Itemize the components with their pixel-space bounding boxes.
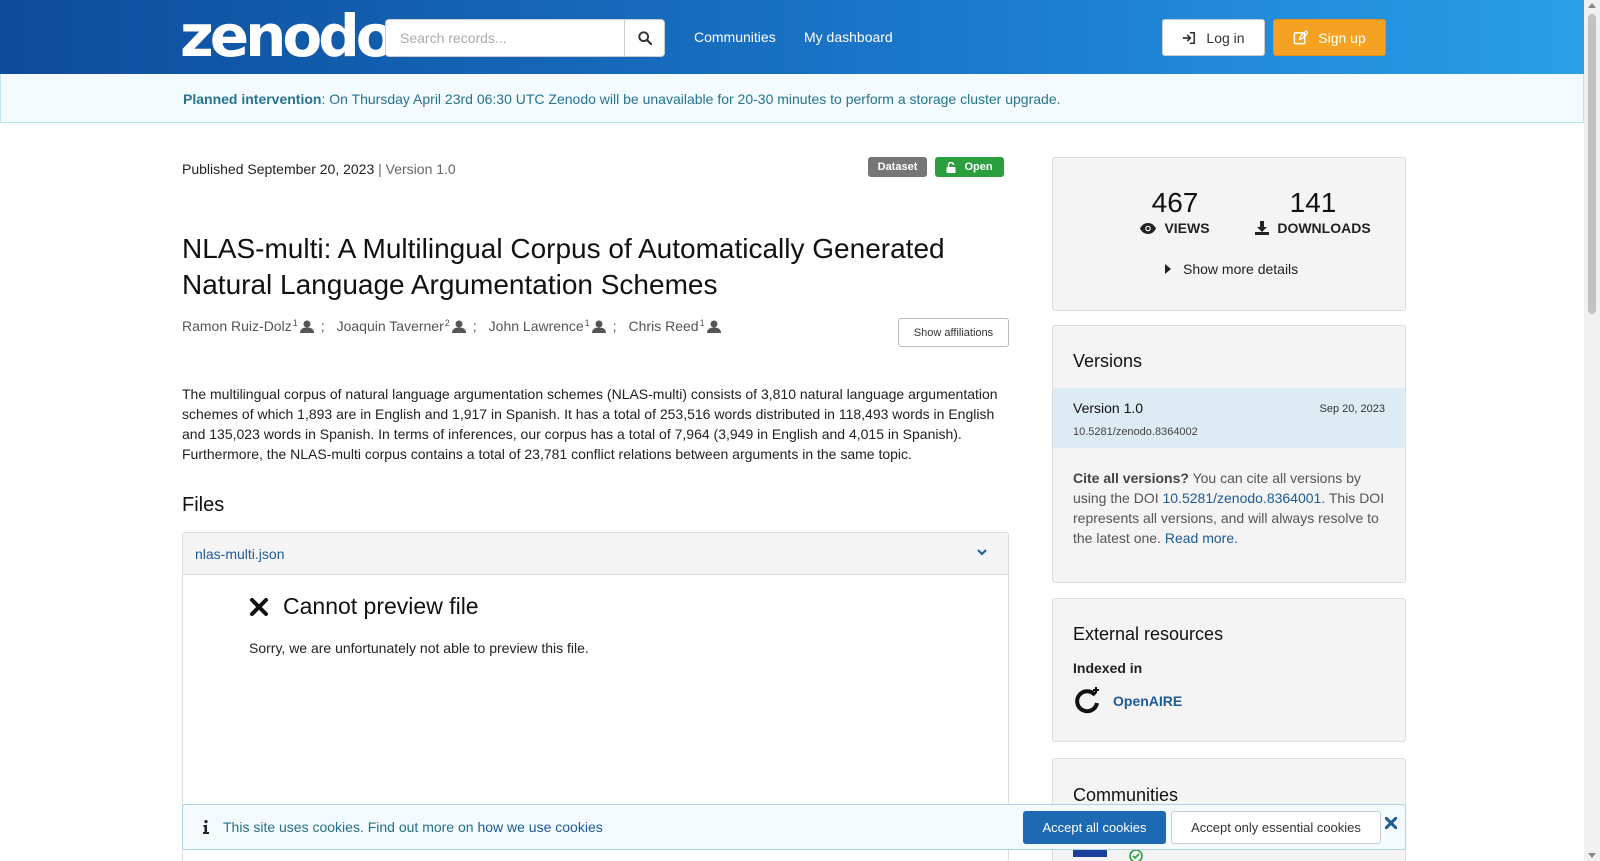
published-date: Published September 20, 2023: [182, 161, 375, 177]
banner-text: : On Thursday April 23rd 06:30 UTC Zenod…: [321, 91, 1061, 107]
file-accordion-header[interactable]: nlas-multi.json: [183, 533, 1008, 575]
cookie-text: This site uses cookies. Find out more on: [223, 819, 478, 835]
creator-separator: ;: [320, 318, 325, 334]
close-icon: [250, 597, 268, 616]
cookie-policy-link[interactable]: how we use cookies: [477, 819, 602, 835]
access-badge: Open: [935, 157, 1004, 177]
creator-separator: ;: [472, 318, 477, 334]
preview-error: Cannot preview file: [249, 593, 479, 620]
user-icon: [451, 320, 466, 333]
nav-communities[interactable]: Communities: [694, 29, 776, 45]
eye-icon: [1140, 222, 1157, 234]
creator-item[interactable]: Ramon Ruiz-Dolz 1: [182, 318, 314, 334]
sign-in-icon: [1183, 31, 1196, 44]
creator-name: Chris Reed: [628, 318, 699, 334]
external-resources-heading: External resources: [1073, 624, 1224, 644]
downloads-count: 141: [1289, 187, 1337, 218]
search-button[interactable]: [624, 19, 665, 57]
site-header: zenodo Communities My dashboard Log in S…: [0, 0, 1584, 74]
indexed-in-label: Indexed in: [1073, 660, 1143, 676]
banner-bold: Planned intervention: [183, 91, 322, 107]
nav-my-dashboard[interactable]: My dashboard: [804, 29, 893, 45]
caret-right-icon: [1165, 264, 1171, 274]
accept-all-cookies-button[interactable]: Accept all cookies: [1023, 811, 1166, 844]
creator-name: Ramon Ruiz-Dolz: [182, 318, 292, 334]
resource-type-badge: Dataset: [868, 157, 927, 177]
user-icon: [299, 320, 314, 333]
access-label: Open: [964, 161, 993, 173]
scrollbar-thumb[interactable]: [1588, 14, 1596, 314]
downloads-label-row: DOWNLOADS: [1243, 220, 1383, 236]
search-input[interactable]: [385, 19, 625, 57]
resource-type-label: Dataset: [877, 161, 918, 173]
chevron-down-icon[interactable]: [976, 547, 988, 557]
creators-list: Ramon Ruiz-Dolz 1 ; Joaquin Taverner 2 ; J…: [182, 318, 721, 334]
login-button[interactable]: Log in: [1162, 19, 1265, 56]
stats-card: 467 VIEWS 141 DOWNLOADS Show more detail…: [1052, 157, 1406, 311]
views-label-row: VIEWS: [1115, 220, 1235, 236]
views-stat: 467 VIEWS: [1115, 188, 1235, 236]
edit-icon: [1293, 30, 1309, 45]
creator-affiliation-number: 1: [292, 318, 298, 328]
version-date: Sep 20, 2023: [1319, 403, 1385, 415]
openaire-link[interactable]: OpenAIRE: [1073, 687, 1182, 715]
downloads-stat: 141 DOWNLOADS: [1243, 188, 1383, 236]
downloads-label: DOWNLOADS: [1277, 220, 1371, 236]
cite-bold: Cite all versions?: [1073, 470, 1189, 486]
views-label: VIEWS: [1164, 220, 1210, 236]
version-item-current[interactable]: Version 1.0 Sep 20, 2023 10.5281/zenodo.…: [1053, 388, 1405, 448]
zenodo-logo[interactable]: zenodo: [180, 6, 396, 66]
info-icon: [203, 820, 209, 834]
version-doi: 10.5281/zenodo.8364002: [1073, 426, 1198, 438]
maintenance-banner: Planned intervention: On Thursday April …: [0, 74, 1584, 123]
concept-doi-link[interactable]: 10.5281/zenodo.8364001: [1163, 490, 1322, 506]
publication-info: Published September 20, 2023 | Version 1…: [182, 161, 456, 177]
creator-name: Joaquin Taverner: [336, 318, 444, 334]
creator-item[interactable]: Chris Reed 1: [629, 318, 721, 334]
record-description: The multilingual corpus of natural langu…: [182, 386, 998, 462]
scroll-down-arrow[interactable]: [1588, 853, 1596, 858]
external-resources-card: External resources Indexed in OpenAIRE: [1052, 598, 1406, 742]
search-icon: [637, 31, 652, 45]
versions-card: Versions Version 1.0 Sep 20, 2023 10.528…: [1052, 325, 1406, 583]
read-more-link[interactable]: Read more.: [1165, 530, 1238, 546]
cookie-message: This site uses cookies. Find out more on…: [203, 819, 603, 835]
version-name: Version 1.0: [1073, 400, 1144, 416]
show-affiliations-button[interactable]: Show affiliations: [898, 318, 1009, 347]
version-info: | Version 1.0: [378, 161, 456, 177]
record-title: NLAS-multi: A Multilingual Corpus of Aut…: [182, 233, 945, 300]
views-count: 467: [1151, 187, 1199, 218]
versions-heading: Versions: [1073, 351, 1143, 371]
communities-heading: Communities: [1073, 785, 1179, 805]
cookie-consent-bar: This site uses cookies. Find out more on…: [182, 804, 1406, 850]
user-icon: [706, 320, 721, 333]
signup-label: Sign up: [1318, 29, 1366, 46]
unlock-icon: [946, 161, 956, 173]
close-icon[interactable]: [1385, 817, 1397, 829]
creator-name: John Lawrence: [488, 318, 584, 334]
openaire-icon: [1075, 687, 1099, 714]
creator-item[interactable]: Joaquin Taverner 2: [337, 318, 466, 334]
openaire-label: OpenAIRE: [1113, 693, 1183, 709]
page-scrollbar[interactable]: [1584, 0, 1600, 861]
creator-item[interactable]: John Lawrence 1: [489, 318, 606, 334]
user-icon: [591, 320, 606, 333]
login-label: Log in: [1206, 29, 1245, 46]
preview-error-message: Sorry, we are unfortunately not able to …: [249, 640, 589, 656]
show-more-details-toggle[interactable]: Show more details: [1165, 261, 1298, 277]
preview-error-title: Cannot preview file: [283, 593, 479, 619]
cite-all-versions: Cite all versions? You can cite all vers…: [1073, 468, 1391, 548]
file-link[interactable]: nlas-multi.json: [195, 546, 284, 562]
signup-button[interactable]: Sign up: [1273, 19, 1386, 56]
creator-affiliation-number: 1: [584, 318, 590, 328]
scroll-up-arrow[interactable]: [1588, 3, 1596, 8]
files-heading: Files: [182, 494, 225, 516]
download-icon: [1255, 221, 1270, 235]
creator-affiliation-number: 1: [699, 318, 705, 328]
show-more-details-label: Show more details: [1183, 261, 1299, 277]
check-circle-icon: [1129, 849, 1143, 861]
accept-essential-cookies-button[interactable]: Accept only essential cookies: [1171, 811, 1381, 844]
creator-separator: ;: [612, 318, 617, 334]
creator-affiliation-number: 2: [444, 318, 450, 328]
